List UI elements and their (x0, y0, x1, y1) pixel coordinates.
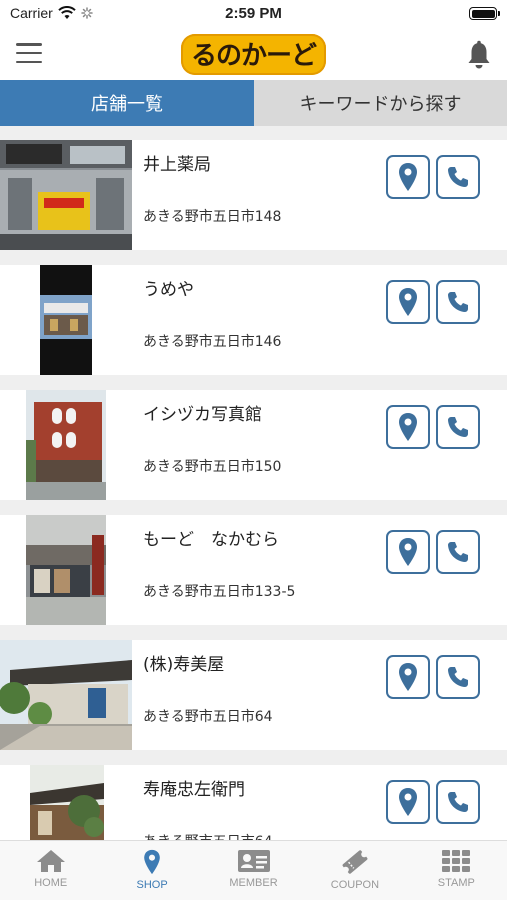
shop-name: (株)寿美屋 (143, 655, 225, 675)
map-button[interactable] (386, 655, 430, 699)
shop-address: あきる野市五日市146 (143, 334, 282, 350)
app-logo: るのかーど (0, 34, 507, 75)
coupon-ticket-icon (342, 850, 368, 874)
bottom-tab-shop[interactable]: SHOP (101, 841, 202, 900)
map-button[interactable] (386, 155, 430, 199)
phone-button[interactable] (436, 655, 480, 699)
phone-icon (448, 542, 468, 562)
map-button[interactable] (386, 530, 430, 574)
phone-icon (448, 417, 468, 437)
shop-photo (0, 640, 132, 750)
bottom-tab-label: STAMP (437, 877, 475, 889)
map-pin-icon (399, 413, 417, 441)
phone-button[interactable] (436, 780, 480, 824)
member-card-icon (237, 850, 270, 872)
map-pin-icon (399, 288, 417, 316)
shop-name: 寿庵忠左衛門 (143, 780, 245, 800)
shop-name: 井上薬局 (143, 155, 211, 175)
map-button[interactable] (386, 280, 430, 324)
nav-bar: るのかーど (0, 28, 507, 80)
shop-list: 井上薬局 あきる野市五日市148 うめや あきる野市五日市146 イシヅカ写真館… (0, 140, 507, 840)
phone-icon (448, 792, 468, 812)
phone-button[interactable] (436, 280, 480, 324)
map-pin-icon (399, 663, 417, 691)
bottom-tab-bar: HOME SHOP MEMBER COUPON STAMP (0, 840, 507, 900)
map-pin-icon (399, 163, 417, 191)
bottom-tab-coupon[interactable]: COUPON (304, 841, 405, 900)
logo-text: るのかーど (180, 34, 326, 75)
phone-button[interactable] (436, 530, 480, 574)
map-button[interactable] (386, 780, 430, 824)
shop-photo (26, 515, 106, 625)
shop-address: あきる野市五日市150 (143, 459, 282, 475)
shop-row[interactable]: (株)寿美屋 あきる野市五日市64 (0, 640, 507, 750)
shop-name: うめや (143, 280, 194, 300)
shop-row[interactable]: 井上薬局 あきる野市五日市148 (0, 140, 507, 250)
phone-button[interactable] (436, 405, 480, 449)
bottom-tab-label: HOME (34, 877, 68, 889)
bottom-tab-stamp[interactable]: STAMP (406, 841, 507, 900)
shop-address: あきる野市五日市133-5 (143, 584, 296, 600)
shop-row[interactable]: もーど なかむら あきる野市五日市133-5 (0, 515, 507, 625)
home-icon (36, 850, 65, 872)
shop-photo (30, 765, 104, 840)
phone-icon (448, 292, 468, 312)
status-bar: Carrier 2:59 PM (0, 0, 507, 28)
shop-address: あきる野市五日市64 (143, 831, 273, 840)
shop-row[interactable]: イシヅカ写真館 あきる野市五日市150 (0, 390, 507, 500)
map-pin-icon (144, 849, 160, 875)
phone-icon (448, 667, 468, 687)
bottom-tab-label: SHOP (136, 879, 168, 891)
shop-photo (26, 390, 106, 500)
phone-icon (448, 167, 468, 187)
stamp-grid-icon (442, 850, 471, 872)
shop-address: あきる野市五日市64 (143, 709, 273, 725)
shop-address: あきる野市五日市148 (143, 209, 282, 225)
segment-tabs: 店舗一覧 キーワードから探す (0, 80, 507, 126)
tab-shop-list[interactable]: 店舗一覧 (0, 80, 254, 126)
bottom-tab-label: MEMBER (229, 877, 278, 889)
map-button[interactable] (386, 405, 430, 449)
map-pin-icon (399, 538, 417, 566)
phone-button[interactable] (436, 155, 480, 199)
bell-icon[interactable] (465, 40, 493, 70)
bottom-tab-home[interactable]: HOME (0, 841, 101, 900)
shop-row[interactable]: うめや あきる野市五日市146 (0, 265, 507, 375)
bottom-tab-label: COUPON (330, 879, 380, 891)
shop-photo (0, 140, 132, 250)
bottom-tab-member[interactable]: MEMBER (203, 841, 304, 900)
status-time: 2:59 PM (225, 5, 282, 22)
shop-name: もーど なかむら (143, 530, 279, 550)
shop-photo (40, 265, 92, 375)
tab-keyword-search[interactable]: キーワードから探す (254, 80, 507, 126)
app-screen: Carrier 2:59 PM るのかーど 店舗一覧 キーワードから探す 井上薬… (0, 0, 507, 900)
shop-name: イシヅカ写真館 (143, 405, 262, 425)
map-pin-icon (399, 788, 417, 816)
shop-row[interactable]: 寿庵忠左衛門 あきる野市五日市64 (0, 765, 507, 840)
battery-icon (469, 7, 500, 20)
